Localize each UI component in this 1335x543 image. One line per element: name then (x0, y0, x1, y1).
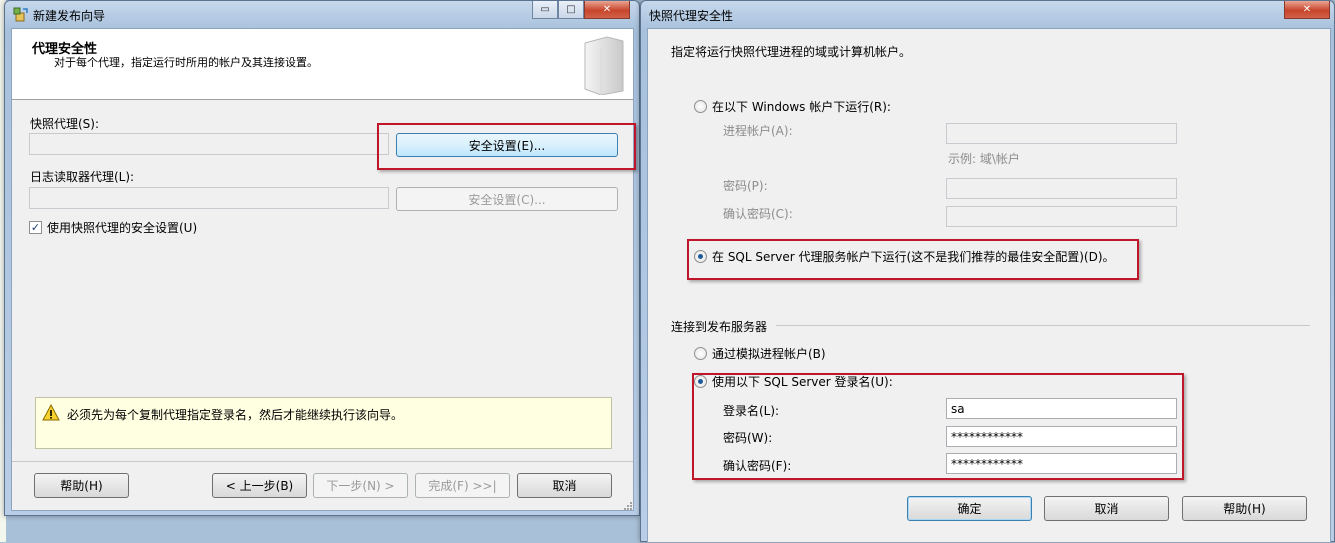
ok-button[interactable]: 确定 (907, 496, 1032, 521)
windows-confirm-password-input[interactable] (946, 206, 1177, 227)
windows-account-radio[interactable] (694, 100, 707, 113)
warning-panel: 必须先为每个复制代理指定登录名，然后才能继续执行该向导。 (35, 397, 612, 449)
use-snapshot-settings-label[interactable]: 使用快照代理的安全设置(U) (47, 219, 197, 236)
windows-password-label: 密码(P): (723, 179, 768, 193)
connect-section-title: 连接到发布服务器 (671, 320, 768, 334)
dialog-titlebar[interactable]: 快照代理安全性 ✕ (641, 1, 1334, 28)
windows-password-input[interactable] (946, 178, 1177, 199)
wizard-header-panel: 代理安全性 对于每个代理，指定运行时所用的帐户及其连接设置。 (12, 29, 633, 100)
new-publication-wizard-window: 新建发布向导 ▭ □ ✕ 代理安全性 对于每个代理，指定运行时所用的帐户及其连接… (4, 0, 640, 516)
wizard-client-area: 代理安全性 对于每个代理，指定运行时所用的帐户及其连接设置。 快照代理(S): … (11, 28, 634, 511)
warning-icon (42, 403, 60, 421)
dialog-close-button[interactable]: ✕ (1284, 1, 1330, 19)
next-button[interactable]: 下一步(N) > (313, 473, 408, 498)
wizard-maximize-button[interactable]: □ (558, 1, 584, 19)
wizard-help-button[interactable]: 帮助(H) (34, 473, 129, 498)
windows-confirm-password-label: 确认密码(C): (723, 207, 793, 221)
process-account-label: 进程帐户(A): (723, 124, 793, 138)
log-reader-security-settings-button[interactable]: 安全设置(C)... (396, 187, 618, 211)
use-snapshot-settings-checkbox[interactable]: ✓ (29, 221, 42, 234)
dialog-title: 快照代理安全性 (649, 9, 734, 23)
dialog-help-button[interactable]: 帮助(H) (1182, 496, 1307, 521)
connect-section-divider (776, 325, 1310, 326)
snapshot-agent-security-dialog: 快照代理安全性 ✕ 指定将运行快照代理进程的域或计算机帐户。 在以下 Windo… (640, 0, 1335, 543)
snapshot-agent-label: 快照代理(S): (30, 117, 100, 131)
impersonate-radio-label[interactable]: 通过模拟进程帐户(B) (712, 345, 826, 362)
highlight-sql-agent-account (687, 239, 1139, 280)
dialog-cancel-button[interactable]: 取消 (1044, 496, 1169, 521)
impersonate-radio[interactable] (694, 347, 707, 360)
log-reader-agent-label: 日志读取器代理(L): (30, 170, 135, 184)
dialog-instruction: 指定将运行快照代理进程的域或计算机帐户。 (671, 45, 912, 59)
example-text: 示例: 域\帐户 (948, 152, 1020, 166)
book-icon (577, 33, 629, 96)
wizard-minimize-button[interactable]: ▭ (532, 1, 558, 19)
warning-text: 必须先为每个复制代理指定登录名，然后才能继续执行该向导。 (67, 408, 404, 422)
wizard-titlebar[interactable]: 新建发布向导 ▭ □ ✕ (5, 1, 639, 28)
highlight-snapshot-security (377, 123, 636, 170)
wizard-footer-divider (12, 461, 633, 462)
finish-button[interactable]: 完成(F) >>| (415, 473, 510, 498)
snapshot-agent-field (29, 133, 389, 155)
resize-grip-icon[interactable] (622, 499, 632, 510)
page-subtitle: 对于每个代理，指定运行时所用的帐户及其连接设置。 (54, 56, 318, 69)
highlight-sql-login (692, 373, 1184, 480)
wizard-app-icon (13, 7, 28, 22)
log-reader-agent-field (29, 187, 389, 209)
back-button[interactable]: < 上一步(B) (212, 473, 307, 498)
wizard-close-button[interactable]: ✕ (584, 1, 630, 19)
windows-account-radio-label[interactable]: 在以下 Windows 帐户下运行(R): (712, 98, 891, 115)
wizard-cancel-button[interactable]: 取消 (517, 473, 612, 498)
process-account-input[interactable] (946, 123, 1177, 144)
wizard-title: 新建发布向导 (33, 9, 106, 23)
